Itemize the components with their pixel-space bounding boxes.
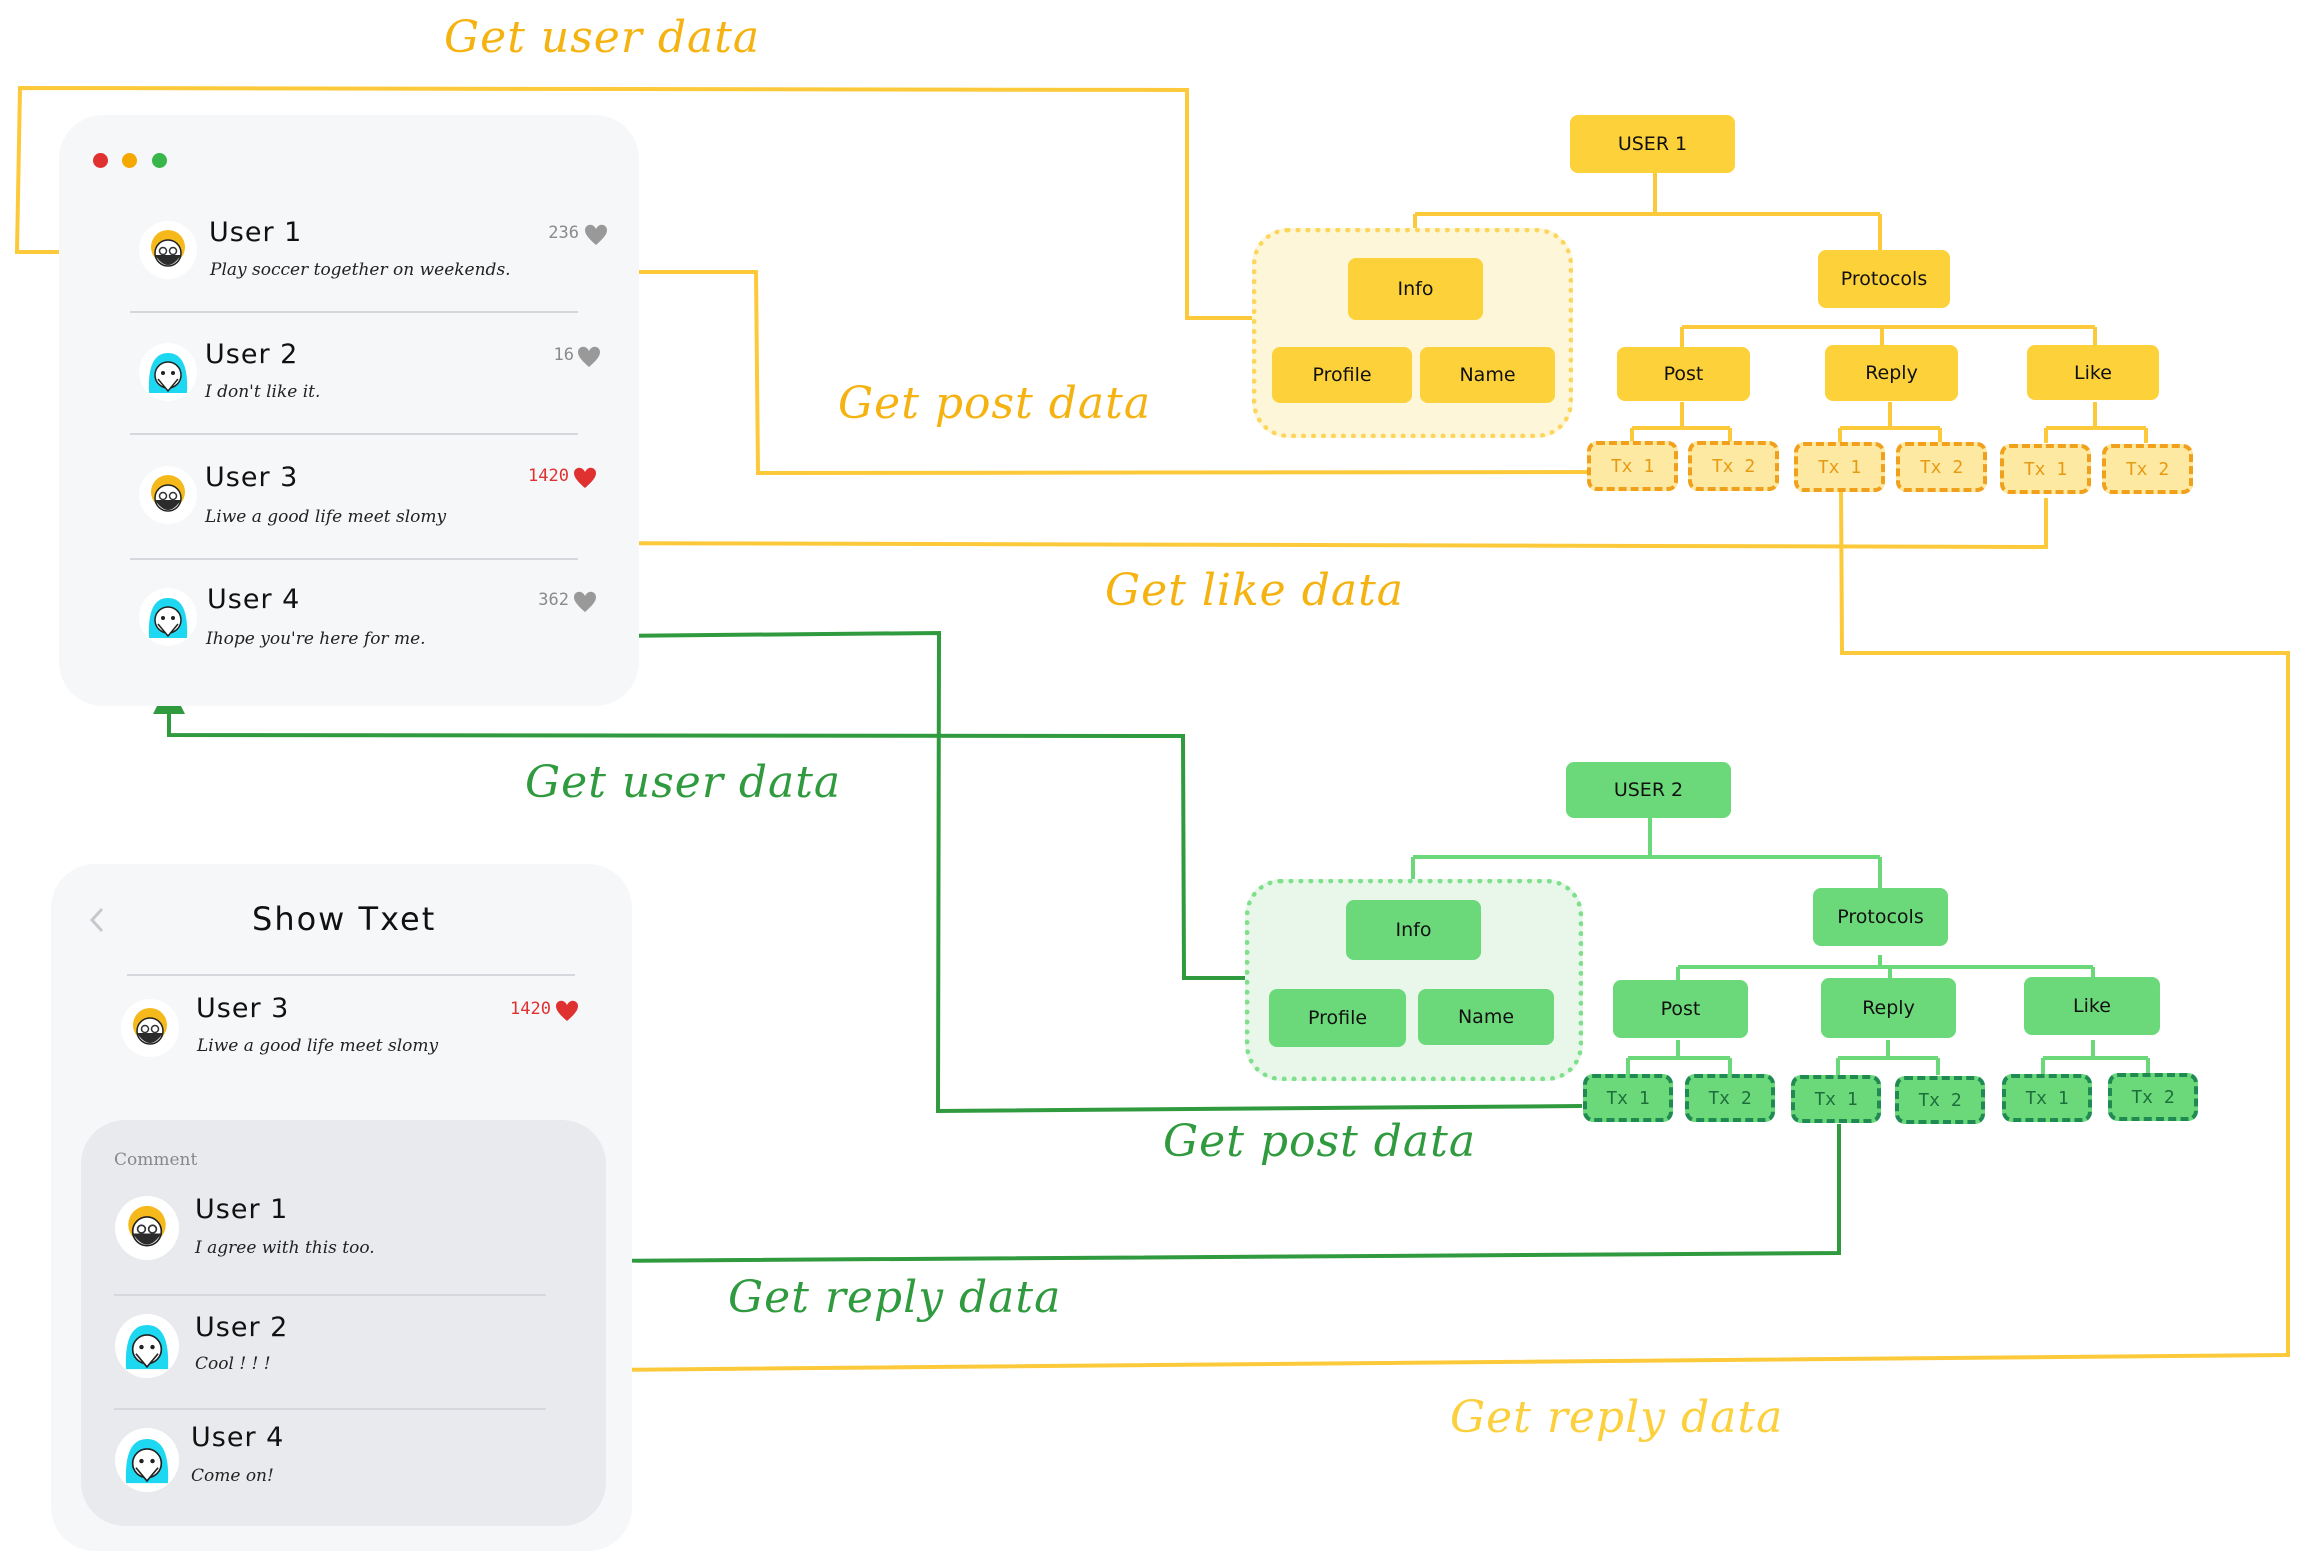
like-count: 16 xyxy=(553,345,574,365)
comment-message: I agree with this too. xyxy=(195,1238,375,1258)
feed-window: User 1 Play soccer together on weekends.… xyxy=(59,115,639,706)
comment-message: Cool ! ! ! xyxy=(195,1354,271,1374)
comment-item: User 4 Come on! xyxy=(115,1422,565,1508)
tree-node-profile[interactable]: Profile xyxy=(1269,989,1406,1047)
heart-icon[interactable] xyxy=(573,590,597,614)
tree-node-info[interactable]: Info xyxy=(1346,900,1481,960)
tree-node-tx[interactable]: Tx 2 xyxy=(1896,442,1987,492)
tree-node-name[interactable]: Name xyxy=(1420,347,1555,403)
feed-post[interactable]: User 2 I don't like it. 16 xyxy=(139,337,639,437)
flow-label-get-reply-data-yellow: Get reply data xyxy=(1450,1392,1784,1443)
tree-node-tx[interactable]: Tx 1 xyxy=(1583,1074,1673,1122)
tree-node-root[interactable]: USER 2 xyxy=(1566,762,1731,818)
detail-title: Show Txet xyxy=(252,900,437,938)
post-message: Play soccer together on weekends. xyxy=(210,260,511,280)
post-username: User 3 xyxy=(196,993,290,1024)
tree-node-tx[interactable]: Tx 1 xyxy=(1587,441,1678,491)
tree-node-post[interactable]: Post xyxy=(1613,980,1748,1038)
divider xyxy=(127,974,575,976)
tree-node-profile[interactable]: Profile xyxy=(1272,347,1412,403)
avatar-cyan-hair-icon xyxy=(115,1428,179,1492)
feed-post[interactable]: User 1 Play soccer together on weekends.… xyxy=(139,215,639,315)
comment-section: Comment User 1 I agree with this too. Us… xyxy=(81,1120,606,1526)
avatar-yellow-hair-icon xyxy=(121,999,179,1057)
detail-window: Show Txet User 3 Liwe a good life meet s… xyxy=(51,864,632,1551)
tree-node-root[interactable]: USER 1 xyxy=(1570,115,1735,173)
comment-item: User 1 I agree with this too. xyxy=(115,1194,565,1276)
green-reply-data-connector xyxy=(422,1124,1841,1278)
like-count: 362 xyxy=(538,590,569,610)
heart-icon[interactable] xyxy=(577,345,601,369)
detail-post: User 3 Liwe a good life meet slomy 1420 xyxy=(121,993,591,1079)
tree-node-tx[interactable]: Tx 1 xyxy=(1794,442,1885,492)
post-username: User 2 xyxy=(205,339,299,370)
tree-node-like[interactable]: Like xyxy=(2027,345,2159,400)
comment-username: User 1 xyxy=(195,1194,289,1225)
divider xyxy=(130,558,578,560)
window-minimize-button[interactable] xyxy=(122,153,137,168)
like-count: 1420 xyxy=(528,466,569,486)
tree-node-tx[interactable]: Tx 2 xyxy=(1895,1076,1985,1124)
divider xyxy=(114,1294,546,1296)
avatar-yellow-hair-icon xyxy=(115,1196,179,1260)
tree-node-tx[interactable]: Tx 2 xyxy=(1688,441,1779,491)
tree-node-tx[interactable]: Tx 2 xyxy=(2102,444,2193,494)
comment-section-title: Comment xyxy=(114,1150,198,1170)
tree-node-tx[interactable]: Tx 2 xyxy=(2108,1073,2198,1121)
yellow-like-data-connector xyxy=(539,498,2048,550)
tree-node-protocols[interactable]: Protocols xyxy=(1818,250,1950,308)
heart-icon[interactable] xyxy=(584,223,608,247)
post-message: Liwe a good life meet slomy xyxy=(197,1036,439,1056)
tree-node-like[interactable]: Like xyxy=(2024,977,2160,1035)
post-message: Ihope you're here for me. xyxy=(206,629,426,649)
feed-post[interactable]: User 4 Ihope you're here for me. 362 xyxy=(139,582,639,682)
heart-filled-icon[interactable] xyxy=(573,466,597,490)
flow-label-get-post-data-green: Get post data xyxy=(1163,1116,1477,1167)
divider xyxy=(114,1408,546,1410)
comment-message: Come on! xyxy=(191,1466,274,1486)
post-username: User 1 xyxy=(209,217,303,248)
heart-filled-icon[interactable] xyxy=(555,999,579,1023)
divider xyxy=(130,433,578,435)
tree-node-tx[interactable]: Tx 1 xyxy=(2000,444,2091,494)
flow-label-get-reply-data-green: Get reply data xyxy=(728,1272,1062,1323)
avatar-cyan-hair-icon xyxy=(139,343,197,401)
window-maximize-button[interactable] xyxy=(152,153,167,168)
tree-node-post[interactable]: Post xyxy=(1617,347,1750,401)
feed-post[interactable]: User 3 Liwe a good life meet slomy 1420 xyxy=(139,460,639,560)
tree-node-protocols[interactable]: Protocols xyxy=(1813,888,1948,946)
comment-username: User 4 xyxy=(191,1422,285,1453)
flow-label-get-user-data-green: Get user data xyxy=(525,757,842,808)
post-message: I don't like it. xyxy=(205,382,321,402)
tree-node-info[interactable]: Info xyxy=(1348,258,1483,320)
window-close-button[interactable] xyxy=(93,153,108,168)
tree-node-reply[interactable]: Reply xyxy=(1821,978,1956,1038)
avatar-yellow-hair-icon xyxy=(139,466,197,524)
back-chevron-icon[interactable] xyxy=(87,906,107,934)
tree-node-name[interactable]: Name xyxy=(1418,989,1554,1045)
tree-node-tx[interactable]: Tx 1 xyxy=(2002,1074,2092,1122)
divider xyxy=(130,311,578,313)
post-username: User 3 xyxy=(205,462,299,493)
post-username: User 4 xyxy=(207,584,301,615)
flow-label-get-post-data: Get post data xyxy=(838,378,1152,429)
like-count: 1420 xyxy=(510,999,551,1019)
avatar-cyan-hair-icon xyxy=(115,1314,179,1378)
comment-username: User 2 xyxy=(195,1312,289,1343)
tree-node-tx[interactable]: Tx 2 xyxy=(1685,1074,1775,1122)
tree-node-tx[interactable]: Tx 1 xyxy=(1791,1075,1881,1123)
comment-item: User 2 Cool ! ! ! xyxy=(115,1312,565,1394)
post-message: Liwe a good life meet slomy xyxy=(205,507,447,527)
avatar-yellow-hair-icon xyxy=(139,221,197,279)
tree-node-reply[interactable]: Reply xyxy=(1825,345,1958,401)
like-count: 236 xyxy=(548,223,579,243)
avatar-cyan-hair-icon xyxy=(139,588,197,646)
flow-label-get-like-data: Get like data xyxy=(1105,565,1404,616)
flow-label-get-user-data: Get user data xyxy=(444,12,761,63)
